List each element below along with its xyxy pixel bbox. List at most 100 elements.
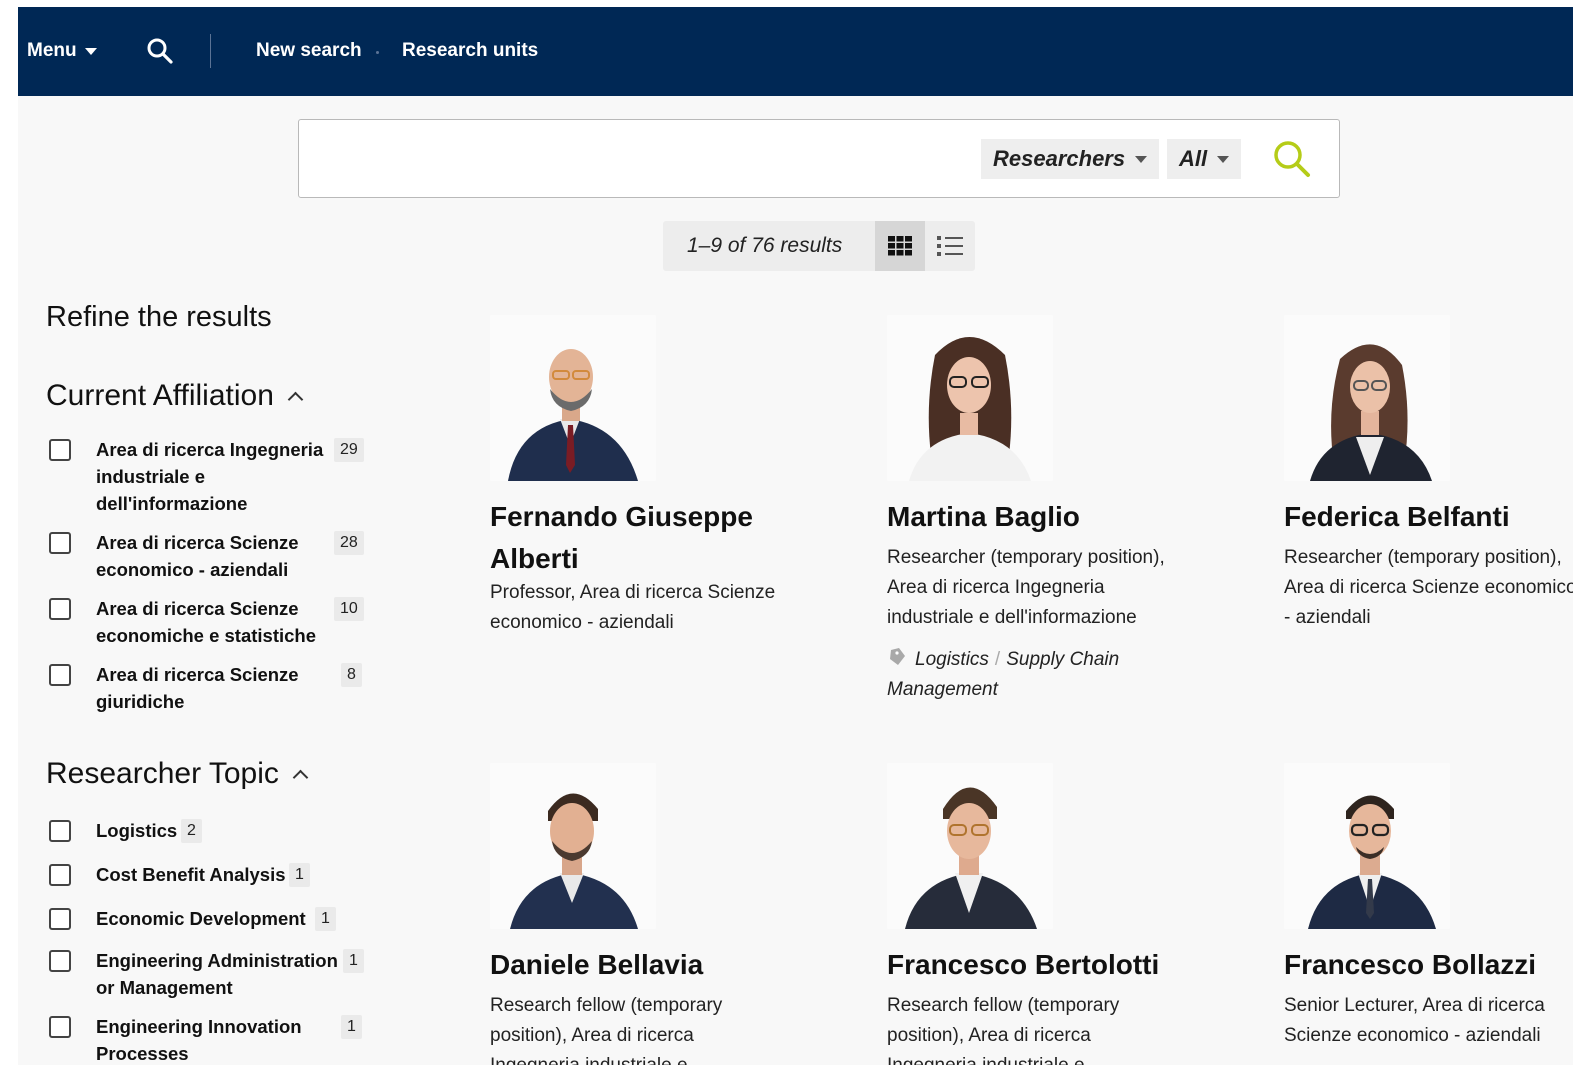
facet-label-line: Logistics [96,820,178,841]
facet-checkbox[interactable] [49,532,71,554]
researcher-name[interactable]: Daniele Bellavia [490,944,830,986]
facet-checkbox[interactable] [49,950,71,972]
facet-count-badge: 1 [341,1015,362,1039]
facet-label-line: Area di ricerca Scienze [96,532,299,553]
chevron-down-icon [1217,155,1230,163]
researcher-name-line: Daniele Bellavia [490,949,704,980]
list-view-button[interactable] [925,221,975,271]
chevron-up-icon [292,769,309,785]
facet-checkbox[interactable] [49,439,71,461]
facet-label-line: Processes [96,1043,189,1064]
type-selector-value: Researchers [993,146,1126,171]
tag-link[interactable]: Logistics [915,649,989,670]
researcher-role-line: Research fellow (temporary [490,995,723,1016]
chevron-down-icon [84,47,97,55]
facet-label-line: dell'informazione [96,493,248,514]
list-view-icon [937,236,963,256]
scope-selector[interactable]: All [1167,139,1242,179]
researcher-name[interactable]: Federica Belfanti [1284,496,1573,538]
chevron-down-icon [1135,155,1148,163]
results-count: 1–9 of 76 results [687,234,843,257]
researcher-photo[interactable] [490,763,656,929]
menu-label: Menu [27,40,77,61]
top-navigation-bar: Menu New search Research units [18,7,1573,96]
person-photo-icon [887,763,1053,929]
facet-checkbox[interactable] [49,1016,71,1038]
facet-label[interactable]: Area di ricerca Scienze economico - azie… [96,529,299,583]
researcher-card: Fernando Giuseppe Alberti Professor, Are… [490,315,830,633]
researcher-role-line: Senior Lecturer, Area di ricerca [1284,995,1545,1016]
facet-label-line: Area di ricerca Scienze [96,664,299,685]
researcher-role-line: Ingegneria industriale e [887,1051,1207,1065]
facet-current-affiliation-header[interactable]: Current Affiliation [46,379,304,413]
search-icon[interactable] [146,37,174,65]
facet-label[interactable]: Engineering Innovation Processes [96,1013,302,1065]
facet-count-badge: 1 [289,863,310,887]
researcher-role: Research fellow (temporary position), Ar… [887,991,1207,1065]
facet-count-badge: 1 [343,949,364,973]
facet-label[interactable]: Area di ricerca Scienze giuridiche [96,661,299,715]
new-search-link[interactable]: New search [256,40,362,62]
scope-selector-value: All [1179,146,1208,171]
researcher-name-line: Federica Belfanti [1284,501,1510,532]
facet-title: Researcher Topic [46,757,279,790]
facet-label[interactable]: Cost Benefit Analysis [96,861,286,888]
facet-checkbox[interactable] [49,864,71,886]
search-submit-icon[interactable] [1271,138,1313,180]
facet-label-line: Cost Benefit Analysis [96,864,286,885]
facet-label[interactable]: Logistics [96,817,177,844]
researcher-name-line: Fernando Giuseppe [490,501,753,532]
researcher-tags: Logistics / Supply Chain Management [887,645,1207,705]
research-units-link[interactable]: Research units [402,40,538,62]
search-input[interactable] [309,132,963,186]
person-photo-icon [490,315,656,481]
researcher-photo[interactable] [887,763,1053,929]
researcher-name[interactable]: Fernando Giuseppe Alberti [490,496,830,580]
grid-view-icon [888,236,912,256]
facet-label[interactable]: Area di ricerca Ingegneria industriale e… [96,436,323,517]
researcher-role-line: position), Area di ricerca [490,1025,694,1046]
menu-button[interactable]: Menu [27,40,97,62]
researcher-card: Federica Belfanti Researcher (temporary … [1284,315,1573,628]
type-selector[interactable]: Researchers [981,139,1160,179]
researcher-role-line: Ingegneria industriale e [490,1051,810,1065]
facet-label[interactable]: Engineering Administration or Management [96,947,338,1001]
facet-count-badge: 8 [341,663,362,687]
refine-title: Refine the results [46,301,272,333]
researcher-photo[interactable] [1284,763,1450,929]
researcher-photo[interactable] [1284,315,1450,481]
researcher-role: Researcher (temporary position), Area di… [1284,543,1573,633]
researcher-photo[interactable] [490,315,656,481]
facet-label[interactable]: Economic Development [96,905,306,932]
facet-label-line: Engineering Administration [96,950,338,971]
researcher-card: Martina Baglio Researcher (temporary pos… [887,315,1227,700]
researcher-photo[interactable] [887,315,1053,481]
facet-label-line: Area di ricerca Ingegneria [96,439,324,460]
researcher-name[interactable]: Francesco Bollazzi [1284,944,1573,986]
researcher-name-line: Martina Baglio [887,501,1080,532]
facet-count-badge: 1 [315,907,336,931]
facet-label-line: Area di ricerca Scienze [96,598,299,619]
researcher-card: Francesco Bertolotti Research fellow (te… [887,763,1227,1065]
facet-label[interactable]: Area di ricerca Scienze economiche e sta… [96,595,316,649]
researcher-role-line: Scienze economico - aziendali [1284,1025,1541,1046]
facet-checkbox[interactable] [49,908,71,930]
nav-divider [210,34,211,68]
researcher-name[interactable]: Francesco Bertolotti [887,944,1227,986]
facet-label-line: industriale e [96,466,205,487]
researcher-role-line: industriale e dell'informazione [887,607,1137,628]
researcher-role: Researcher (temporary position), Area di… [887,543,1207,633]
researcher-role-line: - aziendali [1284,607,1371,628]
facet-label-line: giuridiche [96,691,185,712]
facet-researcher-topic-header[interactable]: Researcher Topic [46,757,309,791]
facet-checkbox[interactable] [49,598,71,620]
researcher-role: Research fellow (temporary position), Ar… [490,991,810,1065]
researcher-name-line: Francesco Bollazzi [1284,949,1537,980]
person-photo-icon [887,315,1053,481]
facet-checkbox[interactable] [49,820,71,842]
facet-label-line: economiche e statistiche [96,625,317,646]
researcher-role-line: Area di ricerca Ingegneria [887,577,1105,598]
grid-view-button[interactable] [875,221,925,271]
researcher-name[interactable]: Martina Baglio [887,496,1227,538]
facet-checkbox[interactable] [49,664,71,686]
